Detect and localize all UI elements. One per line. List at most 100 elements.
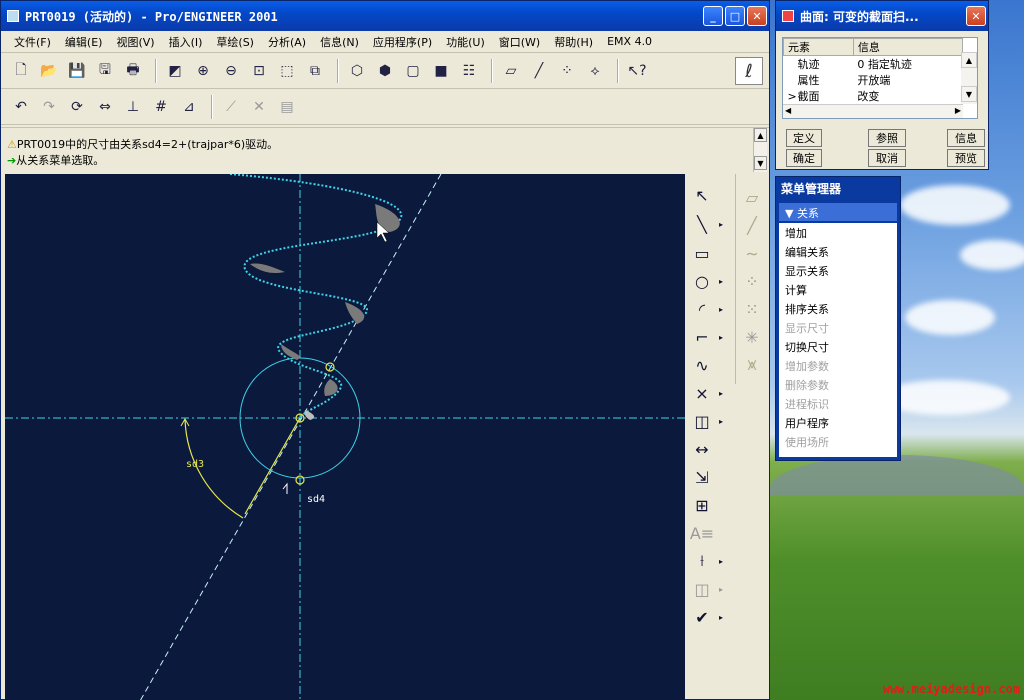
menu-item-show-dims[interactable]: 显示尺寸 xyxy=(779,318,897,337)
menu-edit[interactable]: 编辑(E) xyxy=(58,34,110,50)
sketch-tool-disabled-icon[interactable]: ⟋ xyxy=(219,95,243,119)
print-icon[interactable]: 🖶 xyxy=(121,59,145,83)
open-file-icon[interactable]: 📂 xyxy=(37,59,61,83)
table-row[interactable]: 属性 开放端 xyxy=(784,72,963,88)
scroll-down-icon[interactable]: ▼ xyxy=(754,156,767,170)
done-check-icon[interactable]: ✔ ▸ xyxy=(689,604,723,630)
element-list-vscroll[interactable]: ▲ ▼ xyxy=(961,52,977,104)
use-edge-icon[interactable]: ◫ ▸ xyxy=(689,408,723,434)
menu-sketch[interactable]: 草绘(S) xyxy=(209,34,261,50)
coord-sys-icon[interactable]: ✳ xyxy=(739,324,765,350)
menu-item-edit-rel[interactable]: 编辑关系 xyxy=(779,242,897,261)
menu-item-user-prog[interactable]: 用户程序 xyxy=(779,413,897,432)
save-icon[interactable]: 💾 xyxy=(65,59,89,83)
no-hidden-icon[interactable]: ▢ xyxy=(401,59,425,83)
circle-tool-icon[interactable]: ○ ▸ xyxy=(689,268,723,294)
repaint-icon[interactable]: ◩ xyxy=(163,59,187,83)
datum-axis-icon[interactable]: ╱ xyxy=(739,212,765,238)
column-header-element[interactable]: 元素 xyxy=(783,38,854,56)
analysis-icon[interactable]: ⩙ xyxy=(739,352,765,378)
fillet-tool-icon[interactable]: ⌐ ▸ xyxy=(689,324,723,350)
context-help-icon[interactable]: ↖? xyxy=(625,59,649,83)
line-tool-icon[interactable]: ╲ ▸ xyxy=(689,211,723,237)
table-row[interactable]: >截面 改变 xyxy=(784,88,963,104)
refs-button[interactable]: 参照 xyxy=(868,129,906,147)
saved-views-icon[interactable]: ⧉ xyxy=(303,59,327,83)
trim-tool-icon[interactable]: ⟊ ▸ xyxy=(689,548,723,574)
coord-sys-icon[interactable]: ⟡ xyxy=(583,59,607,83)
datum-point-icon[interactable]: ⁘ xyxy=(555,59,579,83)
constraint-display-icon[interactable]: ⊥ xyxy=(121,95,145,119)
menu-item-sort-rel[interactable]: 排序关系 xyxy=(779,299,897,318)
mirror-tool-icon[interactable]: ◫ ▸ xyxy=(689,576,723,602)
menu-help[interactable]: 帮助(H) xyxy=(547,34,600,50)
select-arrow-icon[interactable]: ↖ xyxy=(689,182,715,208)
wireframe-icon[interactable]: ⬡ xyxy=(345,59,369,83)
redo-icon[interactable]: ↷ xyxy=(37,95,61,119)
datum-axis-icon[interactable]: ╱ xyxy=(527,59,551,83)
menu-file[interactable]: 文件(F) xyxy=(7,34,58,50)
scroll-up-icon[interactable]: ▲ xyxy=(961,52,977,68)
scroll-right-icon[interactable]: ▶ xyxy=(955,106,961,115)
column-header-info[interactable]: 信息 xyxy=(852,38,964,56)
table-row[interactable]: 轨迹 0 指定轨迹 xyxy=(784,56,963,73)
dialog-close-button[interactable]: ✕ xyxy=(966,6,986,26)
menu-item-evaluate[interactable]: 计算 xyxy=(779,280,897,299)
define-button[interactable]: 定义 xyxy=(786,129,822,147)
dimension-sd4[interactable]: sd4 xyxy=(307,494,325,505)
text-tool-icon[interactable]: A≡ xyxy=(689,520,715,546)
hidden-line-icon[interactable]: ⬢ xyxy=(373,59,397,83)
sketch-tool-disabled-icon[interactable]: ✕ xyxy=(247,95,271,119)
dimension-tool-icon[interactable]: ↔ xyxy=(689,436,715,462)
info-button[interactable]: 信息 xyxy=(947,129,985,147)
title-bar[interactable]: PRT0019 (活动的) - Pro/ENGINEER 2001 _ □ ✕ xyxy=(1,1,769,31)
preview-button[interactable]: 预览 xyxy=(947,149,985,167)
ok-button[interactable]: 确定 xyxy=(786,149,822,167)
menu-item-show-rel[interactable]: 显示关系 xyxy=(779,261,897,280)
save-copy-icon[interactable]: 🖫 xyxy=(93,59,117,83)
minimize-button[interactable]: _ xyxy=(703,6,723,26)
refit-icon[interactable]: ⊡ xyxy=(247,59,271,83)
proe-logo-icon[interactable]: ℓ xyxy=(735,57,763,85)
dimension-sd3[interactable]: sd3 xyxy=(186,459,204,470)
spline-tool-icon[interactable]: ∿ xyxy=(689,352,715,378)
datum-curve-icon[interactable]: ∼ xyxy=(739,240,765,266)
message-scrollbar[interactable]: ▲ ▼ xyxy=(753,128,767,172)
zoom-out-icon[interactable]: ⊖ xyxy=(219,59,243,83)
model-tree-icon[interactable]: ☷ xyxy=(457,59,481,83)
shading-icon[interactable]: ■ xyxy=(429,59,453,83)
cancel-button[interactable]: 取消 xyxy=(868,149,906,167)
menu-item-where-used[interactable]: 使用场所 xyxy=(779,432,897,451)
datum-point-icon[interactable]: ⁙ xyxy=(739,296,765,322)
arc-tool-icon[interactable]: ◜ ▸ xyxy=(689,296,723,322)
menu-item-del-param[interactable]: 删除参数 xyxy=(779,375,897,394)
zoom-in-icon[interactable]: ⊕ xyxy=(191,59,215,83)
element-list-hscroll[interactable]: ◀ ▶ xyxy=(783,104,963,118)
close-button[interactable]: ✕ xyxy=(747,6,767,26)
menu-insert[interactable]: 插入(I) xyxy=(162,34,210,50)
menu-item-switch-dims[interactable]: 切换尺寸 xyxy=(779,337,897,356)
constraint-tool-icon[interactable]: ⊞ xyxy=(689,492,715,518)
vertex-display-icon[interactable]: ⊿ xyxy=(177,95,201,119)
datum-plane-icon[interactable]: ▱ xyxy=(739,184,765,210)
rectangle-tool-icon[interactable]: ▭ xyxy=(689,240,715,266)
menu-analysis[interactable]: 分析(A) xyxy=(261,34,313,50)
scroll-down-icon[interactable]: ▼ xyxy=(961,86,977,102)
menu-item-add[interactable]: 增加 xyxy=(779,223,897,242)
point-tool-icon[interactable]: × ▸ xyxy=(689,380,723,406)
menu-utilities[interactable]: 功能(U) xyxy=(439,34,492,50)
regenerate-icon[interactable]: ⟳ xyxy=(65,95,89,119)
undo-icon[interactable]: ↶ xyxy=(9,95,33,119)
datum-plane-icon[interactable]: ▱ xyxy=(499,59,523,83)
menu-info[interactable]: 信息(N) xyxy=(313,34,366,50)
orient-icon[interactable]: ⬚ xyxy=(275,59,299,83)
menu-window[interactable]: 窗口(W) xyxy=(492,34,547,50)
dimension-display-icon[interactable]: ⇔ xyxy=(93,95,117,119)
menu-view[interactable]: 视图(V) xyxy=(109,34,161,50)
grid-display-icon[interactable]: # xyxy=(149,95,173,119)
datum-point-disabled-icon[interactable]: ⁘ xyxy=(739,268,765,294)
graphics-canvas[interactable]: sd3 sd4 xyxy=(5,174,685,700)
sketch-tool-disabled-icon[interactable]: ▤ xyxy=(275,95,299,119)
menu-emx[interactable]: EMX 4.0 xyxy=(600,35,659,48)
new-file-icon[interactable]: 🗋 xyxy=(9,59,33,83)
